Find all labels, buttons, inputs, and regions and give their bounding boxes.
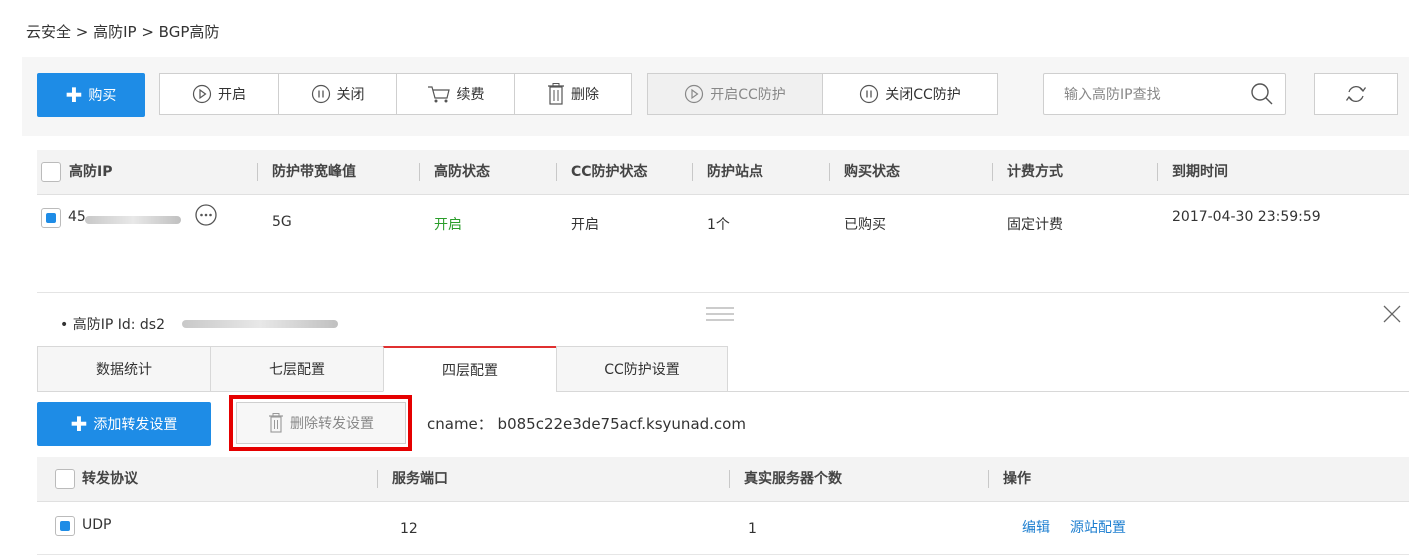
row-protocol: UDP [82, 517, 112, 533]
col-ip: 高防IP [69, 164, 113, 180]
cc-enable-button-label: 开启CC防护 [710, 87, 786, 103]
column-divider [988, 470, 989, 488]
pause-circle-icon [311, 84, 330, 104]
add-forward-button-label: 添加转发设置 [93, 417, 178, 433]
column-divider [377, 470, 378, 488]
delete-button-label: 删除 [571, 87, 599, 103]
edit-link[interactable]: 编辑 [1022, 517, 1050, 537]
buy-button[interactable]: ✚ 购买 [37, 73, 145, 117]
ip-table-header: 高防IP 防护带宽峰值 高防状态 CC防护状态 防护站点 购买状态 计费方式 到… [37, 150, 1409, 195]
play-circle-icon [685, 84, 704, 104]
col-purchase: 购买状态 [844, 164, 900, 180]
close-icon[interactable] [1382, 304, 1402, 324]
redacted-ip-mask [85, 216, 181, 224]
trash-icon [548, 83, 564, 105]
col-expire: 到期时间 [1172, 164, 1228, 180]
pause-circle-icon [860, 84, 879, 104]
add-forward-button[interactable]: ✚ 添加转发设置 [37, 402, 211, 446]
row-bandwidth: 5G [272, 214, 292, 230]
row-expire: 2017-04-30 23:59:59 [1172, 209, 1321, 225]
more-icon[interactable] [194, 203, 218, 227]
ip-id-label: • 高防IP Id: ds2 [60, 317, 165, 333]
search-icon[interactable] [1250, 82, 1274, 106]
column-divider [1157, 163, 1158, 181]
highlight-box [229, 395, 412, 451]
forward-table-header: 转发协议 服务端口 真实服务器个数 操作 [37, 457, 1409, 502]
column-divider [692, 163, 693, 181]
stop-button[interactable]: 关闭 [278, 73, 397, 115]
drag-handle-icon[interactable] [706, 306, 734, 322]
cart-icon [427, 86, 450, 103]
search-input[interactable] [1062, 84, 1246, 106]
detail-panel-border [37, 292, 1409, 293]
cname-text: cname： b085c22e3de75acf.ksyunad.com [427, 415, 746, 433]
origin-config-link[interactable]: 源站配置 [1070, 517, 1126, 537]
start-button[interactable]: 开启 [159, 73, 279, 115]
select-all-checkbox[interactable] [41, 162, 61, 182]
col-actions: 操作 [1003, 471, 1031, 487]
column-divider [257, 163, 258, 181]
plus-icon: ✚ [70, 412, 88, 436]
refresh-icon [1345, 86, 1367, 102]
refresh-button[interactable] [1314, 73, 1398, 115]
breadcrumb: 云安全 > 高防IP > BGP高防 [26, 23, 220, 41]
column-divider [729, 470, 730, 488]
search-box [1043, 73, 1286, 115]
renew-button-label: 续费 [456, 87, 485, 103]
play-circle-icon [192, 84, 212, 104]
row-purchase: 已购买 [844, 217, 886, 233]
redacted-id-mask [182, 320, 338, 328]
buy-button-label: 购买 [88, 88, 117, 104]
select-all-checkbox[interactable] [55, 469, 75, 489]
plus-icon: ✚ [65, 83, 83, 107]
col-port: 服务端口 [392, 471, 448, 487]
delete-button[interactable]: 删除 [514, 73, 632, 115]
start-button-label: 开启 [218, 87, 246, 103]
row-checkbox[interactable] [41, 208, 61, 228]
renew-button[interactable]: 续费 [396, 73, 515, 115]
cc-disable-button-label: 关闭CC防护 [885, 87, 961, 103]
tab-layer7[interactable]: 七层配置 [210, 346, 384, 392]
row-status: 开启 [434, 217, 462, 233]
table-row[interactable]: UDP 12 1 编辑 源站配置 [37, 502, 1409, 555]
row-ip: 45 [68, 209, 86, 225]
tab-data-stats[interactable]: 数据统计 [37, 346, 211, 392]
row-port: 12 [400, 521, 418, 537]
column-divider [829, 163, 830, 181]
cc-enable-button[interactable]: 开启CC防护 [647, 73, 823, 115]
col-sites: 防护站点 [707, 164, 763, 180]
col-cc-status: CC防护状态 [571, 164, 648, 180]
table-row[interactable]: 45 5G 开启 开启 1个 已购买 固定计费 2017-04-30 23:59… [37, 195, 1409, 245]
column-divider [992, 163, 993, 181]
column-divider [556, 163, 557, 181]
tab-cc-settings[interactable]: CC防护设置 [556, 346, 728, 392]
row-billing: 固定计费 [1007, 217, 1063, 233]
col-billing: 计费方式 [1007, 164, 1063, 180]
row-server-count: 1 [748, 521, 757, 537]
row-checkbox[interactable] [55, 516, 75, 536]
col-bandwidth: 防护带宽峰值 [272, 164, 356, 180]
col-protocol: 转发协议 [82, 471, 138, 487]
column-divider [419, 163, 420, 181]
row-sites: 1个 [707, 217, 730, 233]
col-status: 高防状态 [434, 164, 490, 180]
tab-layer4[interactable]: 四层配置 [383, 346, 557, 392]
stop-button-label: 关闭 [336, 87, 365, 103]
col-server-count: 真实服务器个数 [744, 471, 842, 487]
cc-disable-button[interactable]: 关闭CC防护 [822, 73, 998, 115]
row-cc-status: 开启 [571, 217, 599, 233]
